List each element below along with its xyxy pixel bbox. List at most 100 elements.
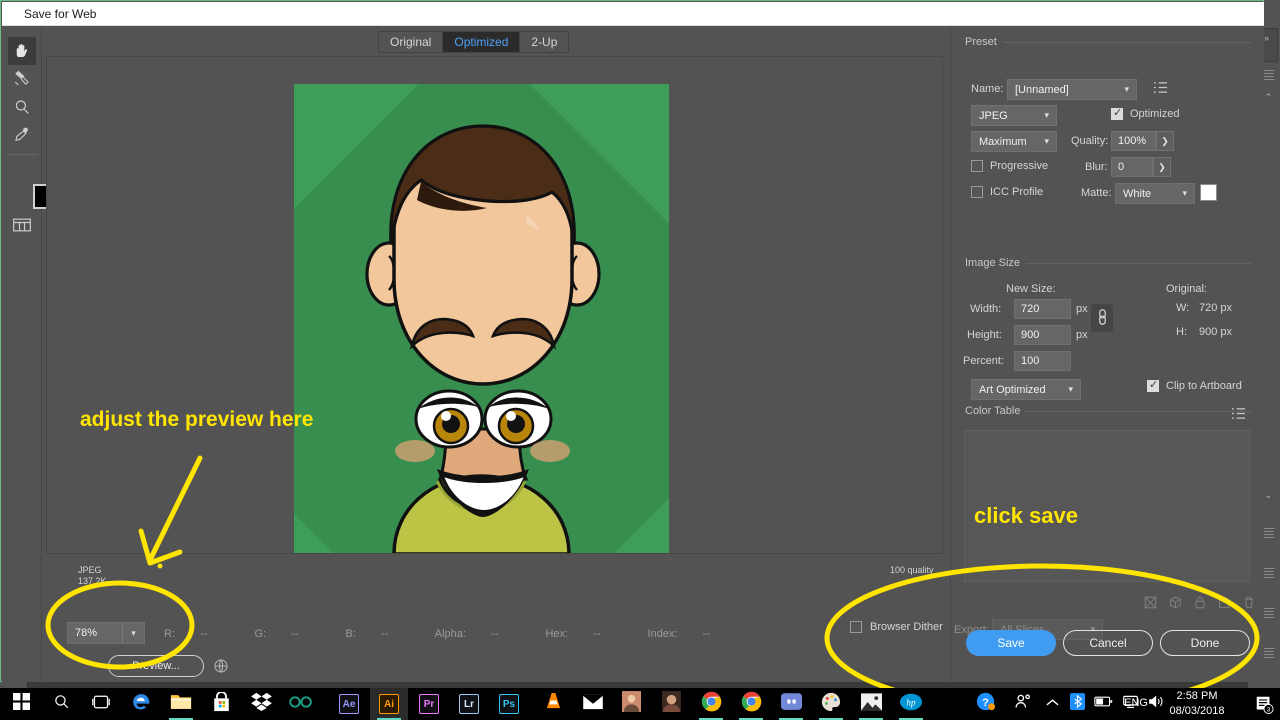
chrome-icon [701, 691, 722, 717]
preset-menu-icon[interactable] [1153, 81, 1168, 99]
color-table-section-title: Color Table [965, 405, 1027, 417]
transparency-icon[interactable] [1169, 596, 1182, 614]
done-button[interactable]: Done [1160, 630, 1250, 656]
eyedropper-tool[interactable] [8, 121, 36, 149]
new-color-icon[interactable] [1218, 596, 1231, 614]
optimized-checkbox[interactable] [1111, 106, 1123, 120]
chevron-down-icon: ▾ [1068, 384, 1073, 394]
taskbar-item-paint[interactable] [812, 688, 850, 720]
file-format-dropdown[interactable]: JPEG ▾ [971, 105, 1057, 126]
clip-to-artboard-label: Clip to Artboard [1166, 380, 1242, 392]
cancel-button[interactable]: Cancel [1063, 630, 1153, 656]
quality-input[interactable]: 100% [1111, 131, 1156, 151]
trash-icon[interactable] [1243, 596, 1255, 614]
readout-b: B: -- [345, 628, 389, 640]
preset-name-dropdown[interactable]: [Unnamed] ▾ [1007, 79, 1137, 100]
taskbar-item-edge[interactable] [122, 688, 160, 720]
hand-tool[interactable] [8, 37, 36, 65]
quality-preset-dropdown[interactable]: Maximum ▾ [971, 131, 1057, 152]
quality-stepper[interactable]: ❯ [1156, 131, 1174, 151]
image-size-section-title: Image Size [965, 257, 1027, 269]
svg-text:?: ? [982, 697, 989, 709]
taskbar-item-lightroom[interactable]: Lr [450, 688, 488, 720]
taskbar-item-photos[interactable] [612, 688, 650, 720]
browser-dither-checkbox[interactable] [850, 621, 862, 633]
lightroom-icon: Lr [459, 694, 479, 714]
blur-label: Blur: [1085, 161, 1108, 173]
blur-stepper[interactable]: ❯ [1153, 157, 1171, 177]
taskbar-item-after-effects[interactable]: Ae [330, 688, 368, 720]
blur-input[interactable]: 0 [1111, 157, 1153, 177]
tab-2up[interactable]: 2-Up [520, 32, 569, 52]
save-button[interactable]: Save [966, 630, 1056, 656]
task-view-button[interactable] [82, 688, 120, 720]
windows-start-button[interactable] [2, 688, 40, 720]
optimized-checkbox-row[interactable]: Optimized [1111, 106, 1180, 120]
readout-index: Index: -- [647, 628, 710, 640]
resample-dropdown[interactable]: Art Optimized ▾ [971, 379, 1081, 400]
icc-profile-checkbox[interactable] [971, 186, 983, 198]
tray-bluetooth[interactable] [1070, 688, 1085, 720]
preview-button[interactable]: Preview... [108, 655, 204, 677]
tray-language[interactable]: ENG [1124, 697, 1148, 709]
taskbar-item-discord[interactable] [772, 688, 810, 720]
globe-icon[interactable] [213, 658, 229, 679]
color-table-menu-icon[interactable] [1231, 407, 1246, 425]
taskbar-item-vlc[interactable] [534, 688, 572, 720]
zoom-level-dropdown[interactable]: 78% ▾ [67, 622, 145, 644]
tab-original[interactable]: Original [379, 32, 444, 52]
percent-input[interactable]: 100 [1014, 351, 1071, 371]
web-shift-icon[interactable] [1144, 596, 1157, 614]
icc-profile-checkbox-row[interactable]: ICC Profile [971, 186, 1043, 198]
browser-dither-row[interactable]: Browser Dither [850, 621, 943, 633]
taskbar-item-chrome-1[interactable] [692, 688, 730, 720]
slices-visibility-icon [12, 217, 32, 233]
tab-optimized[interactable]: Optimized [443, 32, 521, 52]
chevron-icon-2: ⌄ [1264, 490, 1272, 500]
svg-text:hp: hp [906, 697, 916, 707]
tray-help[interactable]: ? [976, 688, 995, 720]
battery-icon [1094, 695, 1113, 713]
notifications-icon: 3 [1254, 696, 1274, 718]
taskbar-item-file-explorer[interactable] [162, 688, 200, 720]
tray-people[interactable] [1014, 688, 1031, 720]
view-mode-tabs: Original Optimized 2-Up [378, 31, 570, 53]
taskbar-item-microsoft-store[interactable] [202, 688, 240, 720]
height-input[interactable]: 900 [1014, 325, 1071, 345]
clip-to-artboard-row[interactable]: Clip to Artboard [1147, 378, 1242, 392]
width-input[interactable]: 720 [1014, 299, 1071, 319]
taskbar-item-illustrator[interactable]: Ai [370, 688, 408, 720]
taskbar-search-button[interactable] [42, 688, 80, 720]
taskbar-item-premiere[interactable]: Pr [410, 688, 448, 720]
lock-icon[interactable] [1194, 596, 1206, 614]
tray-battery[interactable] [1094, 688, 1113, 720]
artwork-preview [294, 84, 669, 553]
taskbar-item-hp[interactable]: hp [892, 688, 930, 720]
annotation-click-save: click save [974, 503, 1078, 528]
taskbar-item-mail[interactable] [574, 688, 612, 720]
notifications-button[interactable]: 3 [1254, 694, 1274, 714]
taskbar-item-photo-viewer[interactable] [852, 688, 890, 720]
matte-dropdown[interactable]: White ▾ [1115, 183, 1195, 204]
matte-value: White [1123, 187, 1152, 200]
taskbar-clock[interactable]: 2:58 PM 08/03/2018 [1154, 689, 1240, 719]
illustrator-icon: Ai [379, 694, 399, 714]
task-view-icon [92, 694, 110, 715]
slice-select-tool[interactable] [8, 65, 36, 93]
browser-dither-label: Browser Dither [870, 621, 943, 633]
constrain-proportions-button[interactable] [1091, 304, 1113, 332]
taskbar-item-chrome-2[interactable] [732, 688, 770, 720]
zoom-tool[interactable] [8, 93, 36, 121]
taskbar-item-onedrive-link[interactable] [282, 688, 320, 720]
progressive-checkbox[interactable] [971, 160, 983, 172]
preview-canvas[interactable] [46, 56, 943, 554]
matte-color-swatch[interactable] [1200, 184, 1217, 201]
taskbar-item-photoshop[interactable]: Ps [490, 688, 528, 720]
taskbar-item-user-photo[interactable] [652, 688, 690, 720]
link-chain-icon [1097, 308, 1108, 329]
clip-to-artboard-checkbox[interactable] [1147, 378, 1159, 392]
toggle-slices-visibility[interactable] [8, 211, 36, 239]
tray-expand[interactable] [1046, 688, 1059, 720]
progressive-checkbox-row[interactable]: Progressive [971, 160, 1048, 172]
taskbar-item-dropbox[interactable] [242, 688, 280, 720]
